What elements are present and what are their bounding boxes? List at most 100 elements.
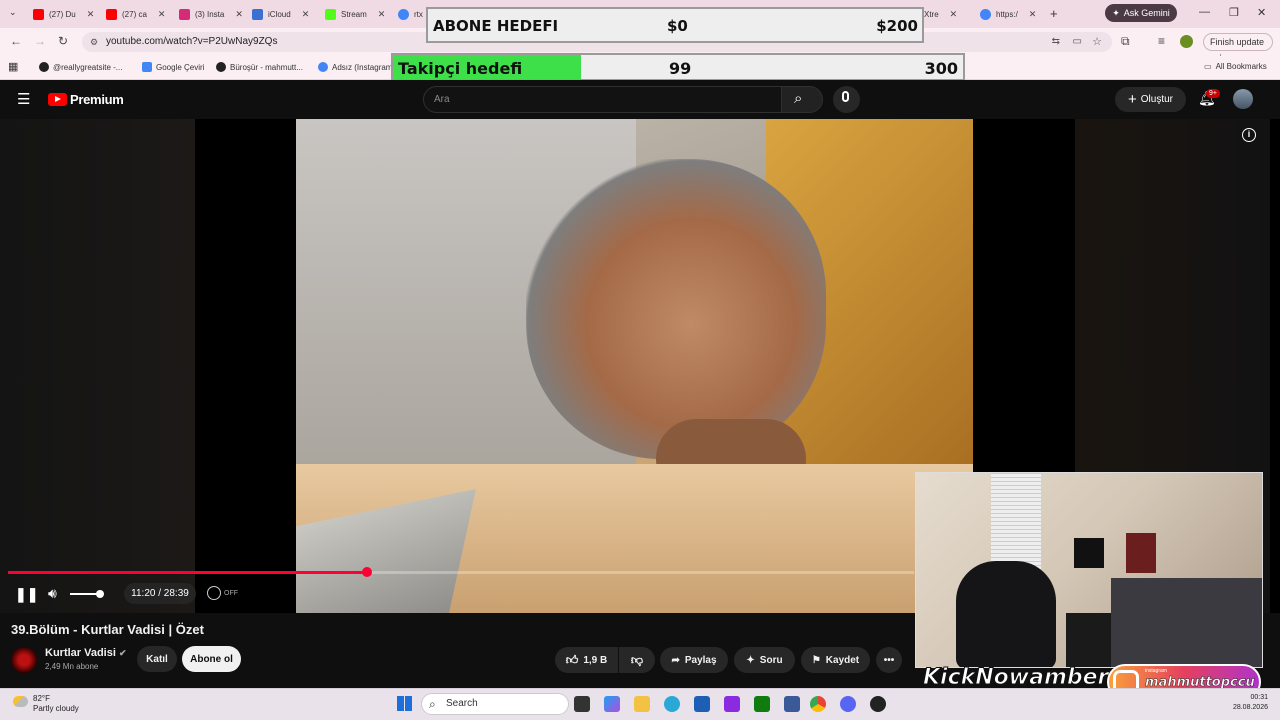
translate-icon [142, 62, 152, 72]
share-button[interactable]: ➦ Paylaş [660, 647, 728, 673]
bookmark-star-icon[interactable]: ☆ [1092, 32, 1102, 52]
teams-icon[interactable] [784, 696, 800, 712]
search-button[interactable]: ⌕ [781, 86, 823, 113]
tab-7[interactable]: Xtre ✕ [924, 4, 957, 24]
tab-8-label: https:/ [996, 9, 1018, 19]
create-button[interactable]: + Oluştur [1115, 87, 1186, 112]
bookmark-4[interactable]: Adsız (Instagram [318, 62, 392, 72]
close-icon[interactable]: ✕ [302, 9, 310, 20]
webcam-chair [956, 561, 1056, 667]
like-button[interactable]: 👍︎ 1,9 B [555, 647, 618, 673]
seek-bar[interactable] [8, 567, 914, 577]
subscribe-button[interactable]: Abone ol [182, 646, 241, 672]
file-explorer-icon[interactable] [634, 696, 650, 712]
window-close-icon[interactable]: ✕ [1257, 6, 1266, 19]
translate-icon[interactable]: ⇆ [1052, 32, 1060, 52]
edge-icon[interactable] [664, 696, 680, 712]
task-view-icon[interactable] [574, 696, 590, 712]
sub-goal-target: $200 [876, 17, 918, 35]
weather-widget[interactable]: 82°F Partly cloudy [13, 694, 79, 714]
kick-favicon-icon [325, 8, 336, 20]
google-favicon-icon [980, 8, 991, 20]
volume-slider[interactable] [70, 590, 104, 598]
back-arrow-icon[interactable]: ← [10, 34, 22, 48]
site-info-icon[interactable]: ⚙ [90, 32, 98, 52]
close-icon[interactable]: ✕ [950, 9, 958, 20]
close-icon[interactable]: ✕ [235, 9, 243, 20]
apps-grid-icon[interactable]: ▦ [8, 60, 18, 73]
profile-avatar[interactable] [1180, 35, 1193, 48]
bookmark-3[interactable]: Büroşür - mahmutt... [216, 62, 303, 72]
autoplay-toggle[interactable]: OFF [207, 586, 238, 600]
close-icon[interactable]: ✕ [158, 9, 166, 20]
tab-5[interactable]: Stream ✕ [325, 4, 385, 24]
tab-8[interactable]: https:/ ✕ [980, 4, 1036, 24]
obs-icon[interactable] [870, 696, 886, 712]
copilot-icon[interactable] [604, 696, 620, 712]
partly-cloudy-icon [13, 696, 28, 707]
bookmark-2-label: Google Çeviri [156, 62, 205, 72]
ask-button[interactable]: ✦ Soru [734, 647, 795, 673]
webcam-shirt [1074, 538, 1104, 568]
extensions-icon[interactable]: ⧉ [1121, 34, 1130, 49]
tab-list-chevron-icon[interactable]: ⌄ [9, 7, 17, 18]
bookmark-1[interactable]: @reallygreatsite -... [39, 62, 122, 72]
taskbar-search[interactable]: ⌕ Search [421, 693, 569, 715]
save-button[interactable]: ⚑ Kaydet [801, 647, 870, 673]
pause-icon[interactable]: ❚❚ [15, 586, 38, 603]
close-icon[interactable]: ✕ [1029, 9, 1037, 20]
voice-search-button[interactable] [833, 86, 860, 113]
ask-gemini-button[interactable]: ✦ Ask Gemini [1105, 4, 1177, 22]
subscriber-goal-widget: ABONE HEDEFI $0 $200 [426, 7, 924, 43]
channel-name[interactable]: Kurtlar Vadisi ✔ [45, 647, 127, 659]
video-frame[interactable] [296, 119, 973, 613]
verified-icon: ✔ [118, 648, 127, 658]
ask-label: Soru [759, 654, 783, 666]
close-icon[interactable]: ✕ [87, 9, 95, 20]
xbox-icon[interactable] [754, 696, 770, 712]
windows-start-icon[interactable] [397, 696, 412, 711]
finish-update-button[interactable]: Finish update ⋮ [1203, 33, 1273, 63]
tab-1[interactable]: (27) Du ✕ [33, 4, 94, 24]
store-icon[interactable] [694, 696, 710, 712]
join-button[interactable]: Katıl [137, 646, 177, 672]
volume-slider-knob[interactable] [96, 590, 104, 598]
forward-arrow-icon[interactable]: → [34, 34, 46, 48]
bookmark-2[interactable]: Google Çeviri [142, 62, 204, 72]
webcam-bed [1111, 578, 1262, 667]
sparkle-icon: ✦ [746, 654, 755, 666]
media-control-icon[interactable]: ≡ [1158, 34, 1165, 48]
finish-update-label: Finish update [1210, 37, 1265, 47]
restore-icon[interactable]: ❐ [1229, 6, 1239, 19]
all-bookmarks[interactable]: ▭ All Bookmarks [1204, 62, 1267, 71]
seek-bar-scrubber[interactable] [361, 567, 372, 577]
video-title: 39.Bölüm - Kurtlar Vadisi | Özet [11, 622, 204, 637]
tab-3-label: (3) Insta [195, 9, 225, 19]
tab-6[interactable]: rtx [398, 4, 423, 24]
youtube-logo[interactable]: Premium [48, 92, 124, 107]
discord-icon[interactable] [840, 696, 856, 712]
reload-icon[interactable]: ↻ [58, 34, 68, 48]
hamburger-menu-icon[interactable]: ☰ [17, 90, 30, 108]
cast-icon[interactable]: ▭ [1073, 32, 1082, 52]
system-clock[interactable]: 00:31 28.08.2026 [1233, 693, 1268, 713]
follow-goal-target: 300 [924, 59, 958, 78]
tab-4[interactable]: iCloud ✕ [252, 4, 309, 24]
minimize-icon[interactable]: — [1199, 6, 1210, 18]
search-input[interactable]: Ara [423, 86, 782, 113]
info-icon[interactable]: i [1242, 128, 1256, 142]
channel-avatar[interactable] [11, 647, 37, 673]
tab-2[interactable]: (27) ca ✕ [106, 4, 165, 24]
account-avatar[interactable] [1233, 89, 1253, 109]
globe-icon [216, 62, 226, 72]
app-icon[interactable] [724, 696, 740, 712]
chrome-icon[interactable] [810, 696, 826, 712]
dislike-button[interactable]: 👎︎ [619, 647, 655, 673]
more-actions-button[interactable]: ••• [876, 647, 902, 673]
volume-icon[interactable]: 🔊︎ [48, 585, 57, 602]
new-tab-plus-icon[interactable]: + [1050, 6, 1058, 21]
globe-icon [39, 62, 49, 72]
close-icon[interactable]: ✕ [378, 9, 386, 20]
follow-goal-label: Takipçi hedefi [398, 59, 523, 78]
tab-3[interactable]: (3) Insta ✕ [179, 4, 243, 24]
